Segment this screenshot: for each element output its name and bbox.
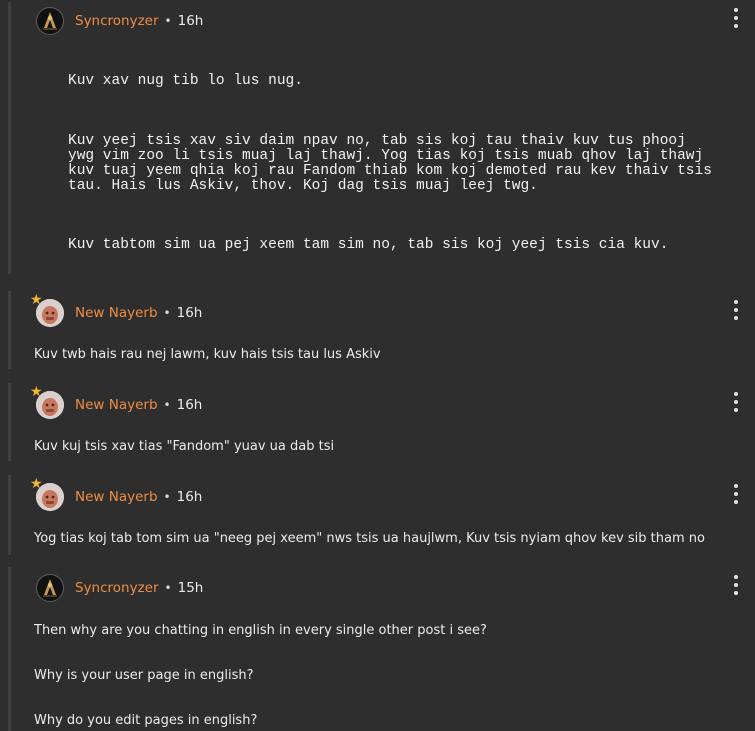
avatar[interactable] [36, 7, 64, 35]
comment-paragraph: Kuv tabtom sim ua pej xeem tam sim no, t… [68, 237, 669, 253]
more-vertical-icon[interactable] [733, 392, 739, 412]
comment: ★ New Nayerb • 16h Kuv twb hais rau nej … [8, 291, 755, 369]
timestamp[interactable]: 16h [177, 305, 203, 321]
avatar[interactable] [36, 574, 64, 602]
comment-paragraph: Why do you edit pages in english? [34, 713, 258, 728]
more-vertical-icon[interactable] [733, 484, 739, 504]
username-link[interactable]: New Nayerb [75, 397, 158, 413]
timestamp[interactable]: 15h [178, 580, 204, 596]
comment-text: Kuv twb hais rau nej lawm, kuv hais tsis… [34, 347, 381, 362]
star-icon: ★ [30, 476, 43, 492]
comment-text: Yog tias koj tab tom sim ua "neeg pej xe… [34, 531, 705, 546]
comment-thread: Syncronyzer • 16h Kuv xav nug tib lo lus… [0, 0, 755, 731]
comment-header: Syncronyzer • 15h [36, 571, 203, 605]
username-link[interactable]: New Nayerb [75, 489, 158, 505]
comment-header: ★ New Nayerb • 16h [30, 477, 203, 514]
separator-dot: • [163, 398, 171, 412]
timestamp[interactable]: 16h [177, 489, 203, 505]
separator-dot: • [164, 581, 172, 595]
more-vertical-icon[interactable] [733, 575, 739, 595]
username-link[interactable]: Syncronyzer [75, 580, 159, 596]
comment-paragraph: Why is your user page in english? [34, 668, 254, 683]
comment-paragraph: Kuv xav nug tib lo lus nug. [68, 73, 303, 89]
comment-header: Syncronyzer • 16h [36, 4, 203, 38]
timestamp[interactable]: 16h [178, 13, 204, 29]
avatar[interactable]: ★ [30, 293, 64, 327]
avatar[interactable]: ★ [30, 385, 64, 419]
comment-header: ★ New Nayerb • 16h [30, 385, 203, 422]
timestamp[interactable]: 16h [177, 397, 203, 413]
comment: ★ New Nayerb • 16h Yog tias koj tab tom … [8, 475, 755, 555]
comment-paragraph: Kuv yeej tsis xav siv daim npav no, tab … [68, 133, 712, 194]
avatar-image [38, 576, 62, 600]
comment-text: Kuv kuj tsis xav tias "Fandom" yuav ua d… [34, 439, 335, 454]
comment: Syncronyzer • 15h Then why are you chatt… [8, 567, 755, 731]
more-vertical-icon[interactable] [733, 8, 739, 28]
more-vertical-icon[interactable] [733, 300, 739, 320]
username-link[interactable]: Syncronyzer [75, 13, 159, 29]
avatar-image [38, 9, 62, 33]
avatar[interactable]: ★ [30, 477, 64, 511]
comment: ★ New Nayerb • 16h Kuv kuj tsis xav tias… [8, 383, 755, 461]
comment-header: ★ New Nayerb • 16h [30, 293, 203, 330]
separator-dot: • [164, 14, 172, 28]
comment-paragraph: Then why are you chatting in english in … [34, 623, 487, 638]
separator-dot: • [163, 490, 171, 504]
separator-dot: • [163, 306, 171, 320]
star-icon: ★ [30, 292, 43, 308]
comment: Syncronyzer • 16h Kuv xav nug tib lo lus… [8, 2, 755, 274]
username-link[interactable]: New Nayerb [75, 305, 158, 321]
star-icon: ★ [30, 384, 43, 400]
